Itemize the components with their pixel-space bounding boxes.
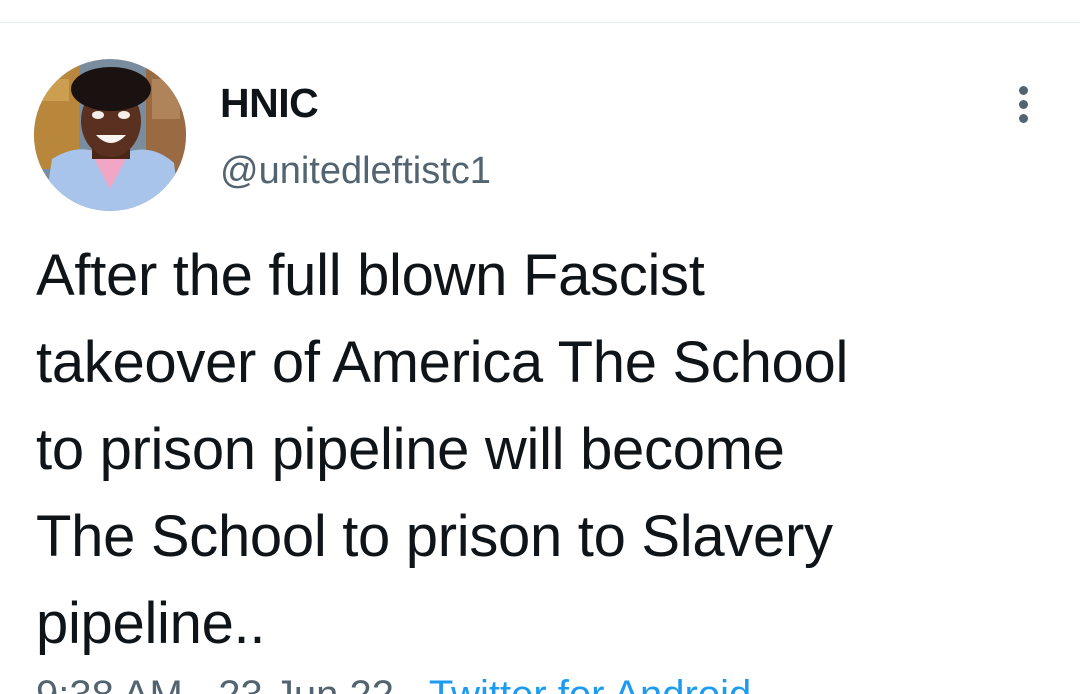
top-divider bbox=[0, 22, 1080, 23]
tweet-meta: 9:38 AM · 23 Jun 22 · Twitter for Androi… bbox=[36, 672, 751, 694]
tweet-text: After the full blown Fascist takeover of… bbox=[36, 232, 1056, 667]
author-handle[interactable]: @unitedleftistc1 bbox=[220, 148, 491, 194]
more-vertical-icon-dot bbox=[1019, 100, 1028, 109]
tweet-source-link[interactable]: Twitter for Android bbox=[429, 673, 751, 694]
tweet-text-line: The School to prison to Slavery bbox=[36, 504, 833, 569]
tweet-timestamp[interactable]: 9:38 AM · 23 Jun 22 · bbox=[36, 673, 418, 694]
tweet-text-line: to prison pipeline will become bbox=[36, 417, 785, 482]
tweet-text-line: After the full blown Fascist bbox=[36, 243, 705, 308]
more-options-button[interactable] bbox=[1004, 82, 1044, 126]
more-vertical-icon bbox=[1019, 86, 1028, 95]
tweet-text-line: pipeline.. bbox=[36, 591, 266, 656]
author-avatar[interactable] bbox=[34, 59, 186, 211]
author-display-name[interactable]: HNIC bbox=[220, 80, 319, 126]
tweet-text-line: takeover of America The School bbox=[36, 330, 849, 395]
more-vertical-icon-dot bbox=[1019, 114, 1028, 123]
avatar-image bbox=[34, 59, 186, 211]
